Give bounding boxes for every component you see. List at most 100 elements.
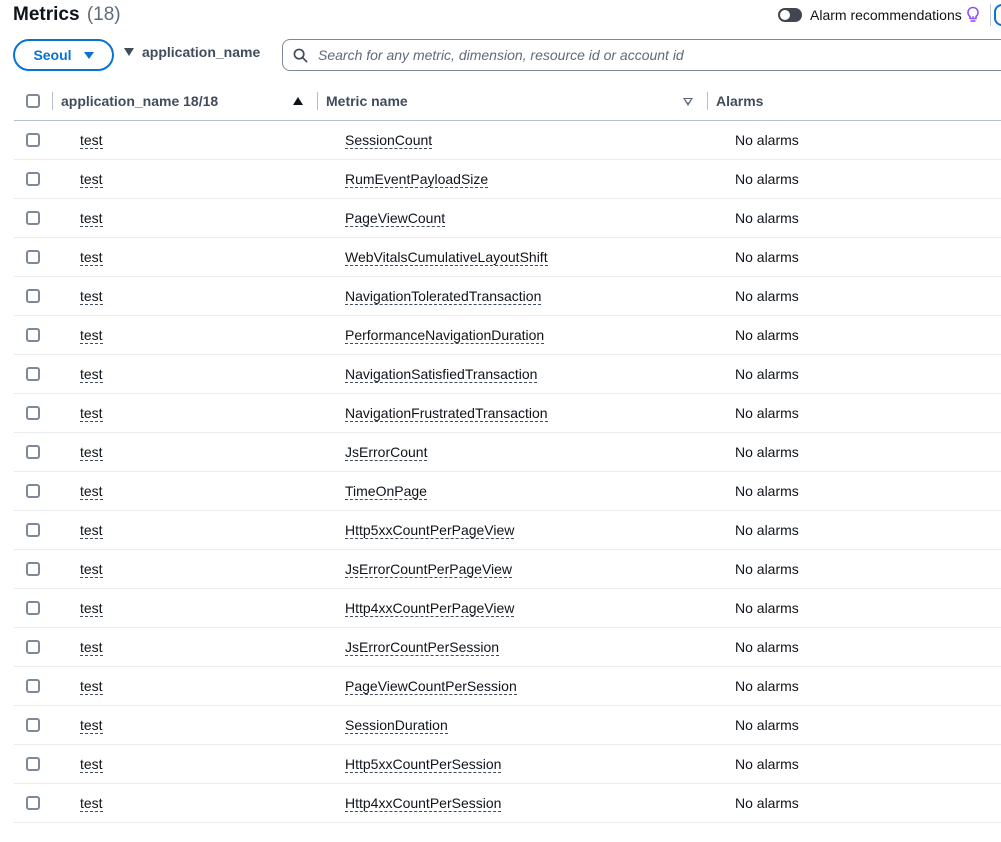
- table-row[interactable]: test Http4xxCountPerPageView No alarms: [14, 589, 1001, 628]
- metric-name-cell: SessionCount: [345, 121, 433, 159]
- metric-name-link[interactable]: TimeOnPage: [345, 483, 427, 500]
- row-checkbox[interactable]: [26, 211, 40, 225]
- row-checkbox[interactable]: [26, 406, 40, 420]
- dimension-filter-toggle[interactable]: application_name: [124, 44, 260, 60]
- application-name-link[interactable]: test: [80, 756, 103, 773]
- table-row[interactable]: test WebVitalsCumulativeLayoutShift No ala…: [14, 238, 1001, 277]
- metric-name-cell: Http4xxCountPerSession: [345, 784, 502, 822]
- application-name-link[interactable]: test: [80, 327, 103, 344]
- table-row[interactable]: test Http4xxCountPerSession No alarms: [14, 784, 1001, 823]
- table-row[interactable]: test PerformanceNavigationDuration No alar…: [14, 316, 1001, 355]
- row-checkbox[interactable]: [26, 133, 40, 147]
- table-row[interactable]: test SessionCount No alarms: [14, 121, 1001, 160]
- row-checkbox[interactable]: [26, 562, 40, 576]
- metric-name-link[interactable]: SessionCount: [345, 132, 433, 149]
- application-name-link[interactable]: test: [80, 561, 103, 578]
- row-checkbox[interactable]: [26, 289, 40, 303]
- application-name-link[interactable]: test: [80, 522, 103, 539]
- metric-name-link[interactable]: Http4xxCountPerPageView: [345, 600, 515, 617]
- row-checkbox[interactable]: [26, 445, 40, 459]
- metric-name-link[interactable]: PageViewCount: [345, 210, 446, 227]
- metric-name-link[interactable]: RumEventPayloadSize: [345, 171, 489, 188]
- row-checkbox[interactable]: [26, 640, 40, 654]
- application-name-link[interactable]: test: [80, 444, 103, 461]
- table-row[interactable]: test JsErrorCount No alarms: [14, 433, 1001, 472]
- application-name-link[interactable]: test: [80, 210, 103, 227]
- column-header-application-name[interactable]: application_name 18/18: [61, 82, 306, 120]
- column-header-metric-name[interactable]: Metric name: [326, 82, 696, 120]
- row-checkbox[interactable]: [26, 718, 40, 732]
- row-checkbox[interactable]: [26, 679, 40, 693]
- table-row[interactable]: test NavigationToleratedTransaction No ala…: [14, 277, 1001, 316]
- application-name-cell: test: [80, 589, 103, 627]
- table-row[interactable]: test NavigationSatisfiedTransaction No ala…: [14, 355, 1001, 394]
- table-row[interactable]: test PageViewCountPerSession No alarms: [14, 667, 1001, 706]
- application-name-link[interactable]: test: [80, 249, 103, 266]
- metric-name-link[interactable]: Http5xxCountPerSession: [345, 756, 502, 773]
- metric-name-cell: Http5xxCountPerPageView: [345, 511, 515, 549]
- metric-name-link[interactable]: SessionDuration: [345, 717, 448, 734]
- row-checkbox[interactable]: [26, 796, 40, 810]
- row-checkbox[interactable]: [26, 172, 40, 186]
- application-name-link[interactable]: test: [80, 405, 103, 422]
- alarms-cell: No alarms: [735, 316, 799, 354]
- header-divider: [990, 4, 991, 26]
- table-row[interactable]: test Http5xxCountPerSession No alarms: [14, 745, 1001, 784]
- search-input[interactable]: [316, 46, 920, 64]
- row-checkbox[interactable]: [26, 523, 40, 537]
- table-row[interactable]: test JsErrorCountPerPageView No alarms: [14, 550, 1001, 589]
- row-checkbox[interactable]: [26, 328, 40, 342]
- application-name-link[interactable]: test: [80, 366, 103, 383]
- application-name-cell: test: [80, 667, 103, 705]
- application-name-link[interactable]: test: [80, 678, 103, 695]
- column-header-alarms[interactable]: Alarms: [716, 82, 763, 120]
- metric-name-link[interactable]: JsErrorCountPerPageView: [345, 561, 513, 578]
- metric-name-link[interactable]: JsErrorCount: [345, 444, 428, 461]
- table-row[interactable]: test SessionDuration No alarms: [14, 706, 1001, 745]
- row-checkbox[interactable]: [26, 367, 40, 381]
- info-icon[interactable]: [994, 4, 1001, 26]
- table-row[interactable]: test PageViewCount No alarms: [14, 199, 1001, 238]
- alarm-recommendations-toggle[interactable]: [778, 8, 802, 22]
- application-name-link[interactable]: test: [80, 639, 103, 656]
- table-row[interactable]: test RumEventPayloadSize No alarms: [14, 160, 1001, 199]
- metric-name-link[interactable]: JsErrorCountPerSession: [345, 639, 500, 656]
- region-selector-button[interactable]: Seoul: [13, 39, 114, 71]
- row-checkbox[interactable]: [26, 601, 40, 615]
- table-row[interactable]: test Http5xxCountPerPageView No alarms: [14, 511, 1001, 550]
- lightbulb-icon[interactable]: [966, 6, 980, 24]
- table-row[interactable]: test TimeOnPage No alarms: [14, 472, 1001, 511]
- metric-name-cell: NavigationToleratedTransaction: [345, 277, 542, 315]
- application-name-link[interactable]: test: [80, 795, 103, 812]
- metric-name-link[interactable]: WebVitalsCumulativeLayoutShift: [345, 249, 548, 266]
- application-name-link[interactable]: test: [80, 717, 103, 734]
- metric-name-link[interactable]: PageViewCountPerSession: [345, 678, 517, 695]
- metric-name-link[interactable]: PerformanceNavigationDuration: [345, 327, 545, 344]
- alarms-cell: No alarms: [735, 160, 799, 198]
- table-row[interactable]: test NavigationFrustratedTransaction No al…: [14, 394, 1001, 433]
- alarms-status: No alarms: [735, 327, 799, 343]
- application-name-link[interactable]: test: [80, 600, 103, 617]
- application-name-cell: test: [80, 745, 103, 783]
- metric-name-link[interactable]: Http5xxCountPerPageView: [345, 522, 515, 539]
- metric-name-link[interactable]: NavigationFrustratedTransaction: [345, 405, 548, 422]
- application-name-link[interactable]: test: [80, 171, 103, 188]
- metric-name-link[interactable]: NavigationToleratedTransaction: [345, 288, 542, 305]
- application-name-link[interactable]: test: [80, 483, 103, 500]
- row-checkbox[interactable]: [26, 250, 40, 264]
- row-checkbox[interactable]: [26, 484, 40, 498]
- metric-name-link[interactable]: Http4xxCountPerSession: [345, 795, 502, 812]
- application-name-link[interactable]: test: [80, 132, 103, 149]
- application-name-link[interactable]: test: [80, 288, 103, 305]
- alarms-status: No alarms: [735, 795, 799, 811]
- alarms-status: No alarms: [735, 756, 799, 772]
- metric-name-link[interactable]: NavigationSatisfiedTransaction: [345, 366, 538, 383]
- column-separator: [317, 92, 318, 110]
- alarms-cell: No alarms: [735, 355, 799, 393]
- table-row[interactable]: test JsErrorCountPerSession No alarms: [14, 628, 1001, 667]
- select-all-checkbox[interactable]: [26, 94, 40, 108]
- row-checkbox[interactable]: [26, 757, 40, 771]
- alarms-status: No alarms: [735, 522, 799, 538]
- select-all-cell: [26, 82, 40, 120]
- metric-search-box[interactable]: [282, 39, 1001, 71]
